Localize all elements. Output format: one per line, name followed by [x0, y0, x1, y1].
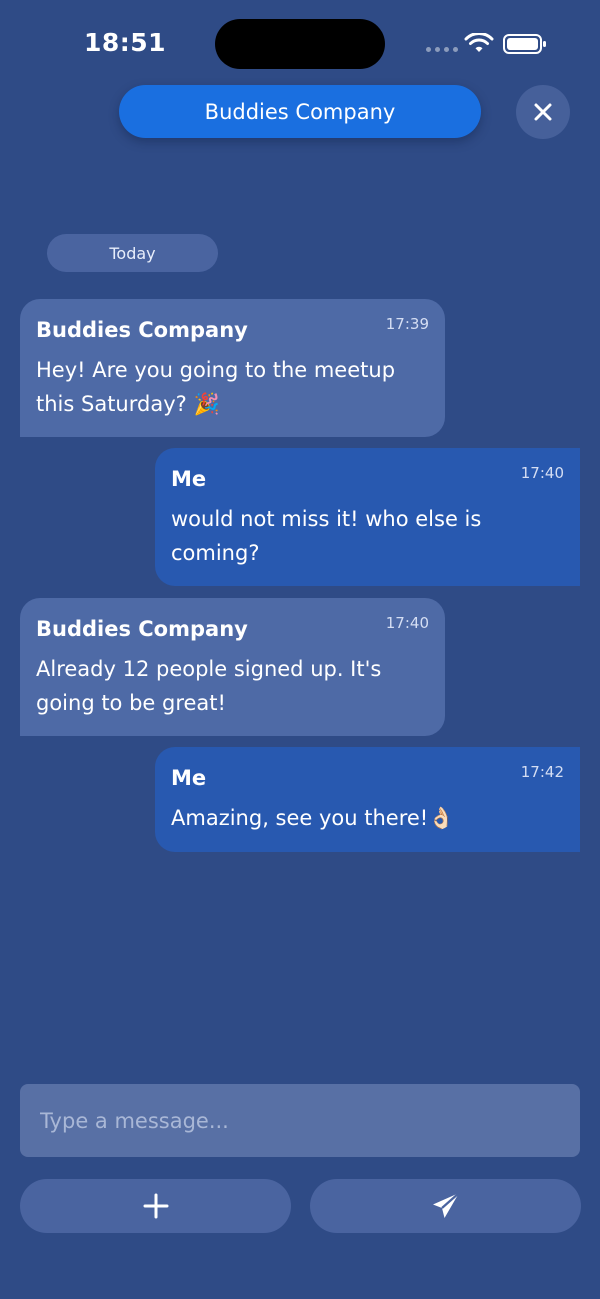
- message-bubble-outgoing[interactable]: Me 17:42 Amazing, see you there!👌🏻: [155, 747, 580, 852]
- close-button[interactable]: [516, 85, 570, 139]
- chat-title[interactable]: Buddies Company: [119, 85, 481, 138]
- wifi-icon: [464, 33, 494, 52]
- message-bubble-outgoing[interactable]: Me 17:40 would not miss it! who else is …: [155, 448, 580, 586]
- add-attachment-button[interactable]: [20, 1179, 291, 1233]
- date-separator: Today: [47, 234, 218, 272]
- message-sender: Me: [171, 766, 207, 790]
- status-bar: 18:51: [0, 0, 600, 90]
- message-text: Already 12 people signed up. It's going …: [36, 657, 382, 715]
- message-time: 17:42: [520, 763, 564, 781]
- message-text: Amazing, see you there!👌🏻: [171, 806, 455, 830]
- message-time: 17:40: [385, 614, 429, 632]
- message-text: Hey! Are you going to the meetup this Sa…: [36, 358, 396, 416]
- cellular-signal-icon: [426, 47, 458, 52]
- plus-icon: [143, 1193, 168, 1219]
- message-bubble-incoming[interactable]: Buddies Company 17:39 Hey! Are you going…: [20, 299, 445, 437]
- message-time: 17:40: [520, 464, 564, 482]
- message-sender: Buddies Company: [36, 617, 248, 641]
- close-icon: [534, 103, 552, 121]
- status-time: 18:51: [84, 28, 167, 57]
- message-input[interactable]: [20, 1084, 580, 1157]
- paper-plane-icon: [432, 1192, 460, 1218]
- battery-icon: [503, 34, 546, 54]
- message-sender: Me: [171, 467, 207, 491]
- message-time: 17:39: [385, 315, 429, 333]
- message-sender: Buddies Company: [36, 318, 248, 342]
- send-button[interactable]: [310, 1179, 581, 1233]
- message-bubble-incoming[interactable]: Buddies Company 17:40 Already 12 people …: [20, 598, 445, 736]
- message-text: would not miss it! who else is coming?: [171, 507, 482, 565]
- dynamic-island: [215, 19, 385, 69]
